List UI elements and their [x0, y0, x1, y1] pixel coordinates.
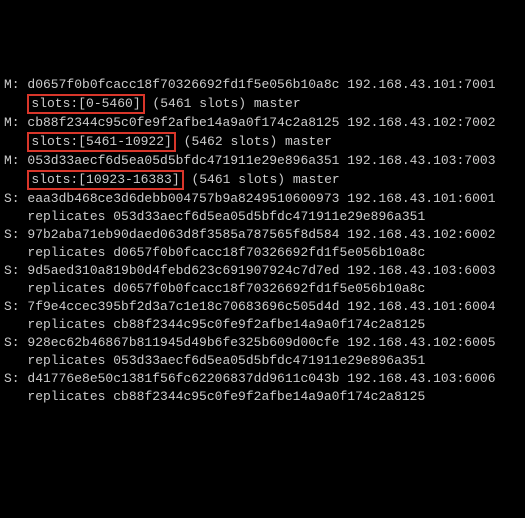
replicates-label: replicates [27, 389, 113, 404]
node-id: 9d5aed310a819b0d4febd623c691907924c7d7ed [27, 263, 347, 278]
node-id: 7f9e4ccec395bf2d3a7c1e18c70683696c505d4d [27, 299, 347, 314]
node-id: eaa3db468ce3d6debb004757b9a8249510600973 [27, 191, 347, 206]
replicates-line: replicates cb88f2344c95c0fe9f2afbe14a9a0… [4, 388, 521, 406]
node-role: S: [4, 263, 27, 278]
indent-space [4, 353, 27, 368]
slots-line: slots:[10923-16383] (5461 slots) master [4, 170, 521, 190]
node-address: 192.168.43.103:7003 [347, 153, 495, 168]
node-role: M: [4, 115, 27, 130]
replicates-label: replicates [27, 353, 113, 368]
node-header: S: d41776e8e50c1381f56fc62206837dd9611c0… [4, 370, 521, 388]
node-role: S: [4, 227, 27, 242]
node-header: M: d0657f0b0fcacc18f70326692fd1f5e056b10… [4, 76, 521, 94]
node-header: S: 9d5aed310a819b0d4febd623c691907924c7d… [4, 262, 521, 280]
replicates-label: replicates [27, 245, 113, 260]
node-address: 192.168.43.101:6004 [347, 299, 495, 314]
node-address: 192.168.43.103:6003 [347, 263, 495, 278]
slots-range-highlight: slots:[5461-10922] [27, 132, 175, 152]
node-address: 192.168.43.102:6005 [347, 335, 495, 350]
node-role: M: [4, 153, 27, 168]
replicates-id: d0657f0b0fcacc18f70326692fd1f5e056b10a8c [113, 245, 425, 260]
replicates-id: 053d33aecf6d5ea05d5bfdc471911e29e896a351 [113, 353, 425, 368]
slots-tail: (5461 slots) master [184, 172, 340, 187]
node-id: cb88f2344c95c0fe9f2afbe14a9a0f174c2a8125 [27, 115, 347, 130]
slots-tail: (5462 slots) master [176, 134, 332, 149]
replicates-line: replicates 053d33aecf6d5ea05d5bfdc471911… [4, 208, 521, 226]
replicates-line: replicates d0657f0b0fcacc18f70326692fd1f… [4, 244, 521, 262]
replicates-id: cb88f2344c95c0fe9f2afbe14a9a0f174c2a8125 [113, 317, 425, 332]
replicates-id: d0657f0b0fcacc18f70326692fd1f5e056b10a8c [113, 281, 425, 296]
replicates-line: replicates d0657f0b0fcacc18f70326692fd1f… [4, 280, 521, 298]
node-address: 192.168.43.101:6001 [347, 191, 495, 206]
node-role: S: [4, 191, 27, 206]
replicates-line: replicates 053d33aecf6d5ea05d5bfdc471911… [4, 352, 521, 370]
replicates-label: replicates [27, 209, 113, 224]
node-header: M: 053d33aecf6d5ea05d5bfdc471911e29e896a… [4, 152, 521, 170]
node-header: M: cb88f2344c95c0fe9f2afbe14a9a0f174c2a8… [4, 114, 521, 132]
terminal-output: M: d0657f0b0fcacc18f70326692fd1f5e056b10… [4, 76, 521, 406]
node-header: S: eaa3db468ce3d6debb004757b9a8249510600… [4, 190, 521, 208]
node-address: 192.168.43.103:6006 [347, 371, 495, 386]
slots-range-highlight: slots:[0-5460] [27, 94, 144, 114]
node-header: S: 928ec62b46867b811945d49b6fe325b609d00… [4, 334, 521, 352]
node-role: S: [4, 371, 27, 386]
node-address: 192.168.43.102:7002 [347, 115, 495, 130]
slots-range-highlight: slots:[10923-16383] [27, 170, 183, 190]
node-id: d0657f0b0fcacc18f70326692fd1f5e056b10a8c [27, 77, 347, 92]
node-header: S: 97b2aba71eb90daed063d8f3585a787565f8d… [4, 226, 521, 244]
node-id: 928ec62b46867b811945d49b6fe325b609d00cfe [27, 335, 347, 350]
indent-space [4, 172, 27, 187]
node-role: S: [4, 335, 27, 350]
replicates-label: replicates [27, 317, 113, 332]
slots-line: slots:[5461-10922] (5462 slots) master [4, 132, 521, 152]
node-id: 97b2aba71eb90daed063d8f3585a787565f8d584 [27, 227, 347, 242]
indent-space [4, 245, 27, 260]
node-address: 192.168.43.102:6002 [347, 227, 495, 242]
indent-space [4, 134, 27, 149]
node-role: M: [4, 77, 27, 92]
node-id: 053d33aecf6d5ea05d5bfdc471911e29e896a351 [27, 153, 347, 168]
indent-space [4, 317, 27, 332]
replicates-id: 053d33aecf6d5ea05d5bfdc471911e29e896a351 [113, 209, 425, 224]
slots-tail: (5461 slots) master [145, 96, 301, 111]
indent-space [4, 281, 27, 296]
replicates-line: replicates cb88f2344c95c0fe9f2afbe14a9a0… [4, 316, 521, 334]
node-address: 192.168.43.101:7001 [347, 77, 495, 92]
indent-space [4, 209, 27, 224]
node-header: S: 7f9e4ccec395bf2d3a7c1e18c70683696c505… [4, 298, 521, 316]
node-role: S: [4, 299, 27, 314]
indent-space [4, 389, 27, 404]
replicates-id: cb88f2344c95c0fe9f2afbe14a9a0f174c2a8125 [113, 389, 425, 404]
indent-space [4, 96, 27, 111]
slots-line: slots:[0-5460] (5461 slots) master [4, 94, 521, 114]
replicates-label: replicates [27, 281, 113, 296]
node-id: d41776e8e50c1381f56fc62206837dd9611c043b [27, 371, 347, 386]
